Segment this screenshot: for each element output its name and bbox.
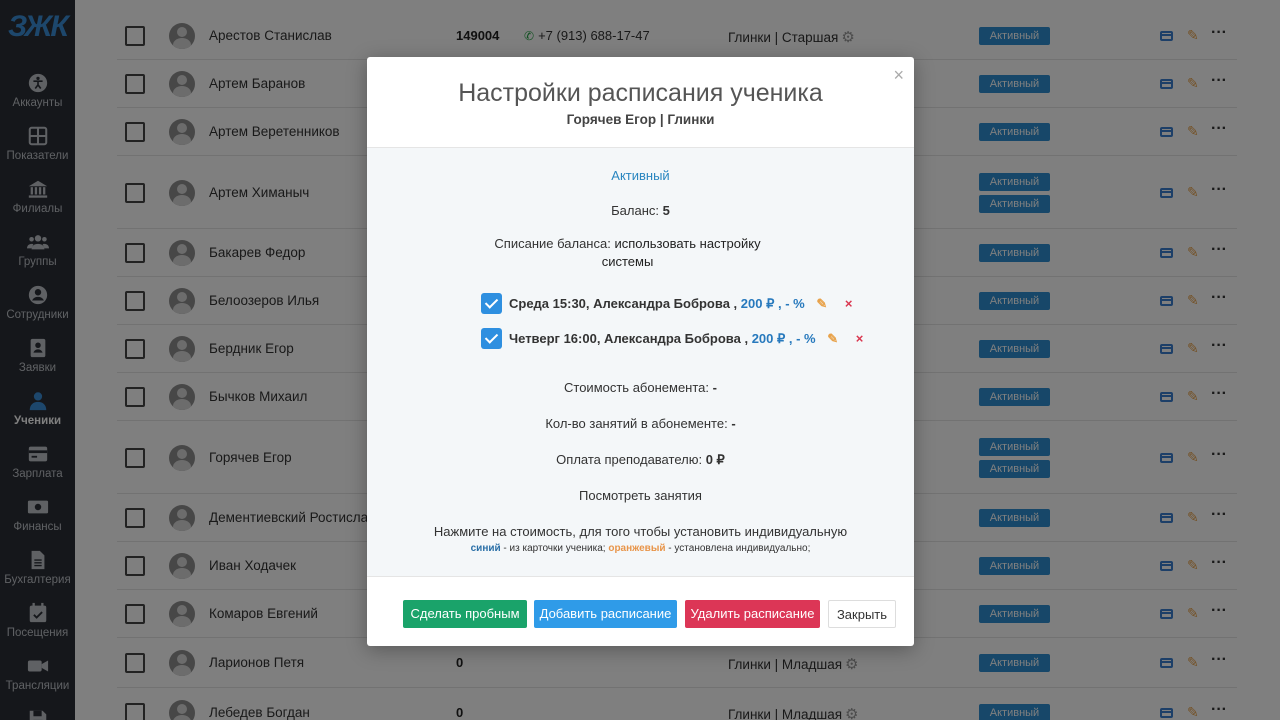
pencil-icon[interactable]: ✎ <box>827 331 838 346</box>
pencil-icon[interactable]: ✎ <box>816 296 827 311</box>
writeoff-value[interactable]: использовать настройку <box>614 236 760 251</box>
hint-orange-rest: - установлена индивидуально; <box>665 543 811 554</box>
teacher-pay-value: 0 ₽ <box>705 452 725 467</box>
hint-blue-rest: - из карточки ученика; <box>500 543 609 554</box>
modal-header: Настройки расписания ученика Горячев Его… <box>367 57 914 148</box>
schedule-checkbox[interactable] <box>481 328 502 349</box>
writeoff-value-cont[interactable]: системы <box>602 254 654 269</box>
lessons-count-label: Кол-во занятий в абонементе: <box>545 416 728 431</box>
schedule-price[interactable]: 200 ₽ , - % <box>752 331 816 346</box>
balance-value: 5 <box>662 203 670 218</box>
delete-schedule-button[interactable]: Удалить расписание <box>685 600 820 628</box>
close-button[interactable]: Закрыть <box>828 600 896 628</box>
modal-title: Настройки расписания ученика <box>458 79 823 107</box>
view-lessons-link[interactable]: Посмотреть занятия <box>579 488 702 503</box>
modal-body: Активный Баланс: 5 Списание баланса: исп… <box>367 148 914 576</box>
close-icon[interactable]: × <box>893 65 904 86</box>
status-link[interactable]: Активный <box>611 168 669 183</box>
subscription-cost-label: Стоимость абонемента: <box>564 380 710 395</box>
schedule-text: Четверг 16:00, Александра Боброва , <box>509 331 749 346</box>
hint-orange: оранжевый <box>608 543 666 554</box>
writeoff-label: Списание баланса: <box>494 236 611 251</box>
teacher-pay-label: Оплата преподавателю: <box>556 452 703 467</box>
modal-subtitle: Горячев Егор | Глинки <box>566 112 715 127</box>
schedule-text: Среда 15:30, Александра Боброва , <box>509 296 738 311</box>
modal-footer: Сделать пробным Добавить расписание Удал… <box>367 576 914 646</box>
balance-label: Баланс: <box>611 203 659 218</box>
add-schedule-button[interactable]: Добавить расписание <box>534 600 677 628</box>
subscription-cost-value: - <box>712 380 717 395</box>
schedule-price[interactable]: 200 ₽ , - % <box>741 296 805 311</box>
schedule-checkbox[interactable] <box>481 293 502 314</box>
lessons-count-value: - <box>731 416 736 431</box>
delete-icon[interactable]: × <box>856 331 864 346</box>
schedule-settings-modal: Настройки расписания ученика Горячев Его… <box>367 57 914 646</box>
delete-icon[interactable]: × <box>845 296 853 311</box>
hint-text: Нажмите на стоимость, для того чтобы уст… <box>433 524 848 539</box>
make-trial-button[interactable]: Сделать пробным <box>403 600 527 628</box>
hint-blue: синий <box>470 543 501 554</box>
